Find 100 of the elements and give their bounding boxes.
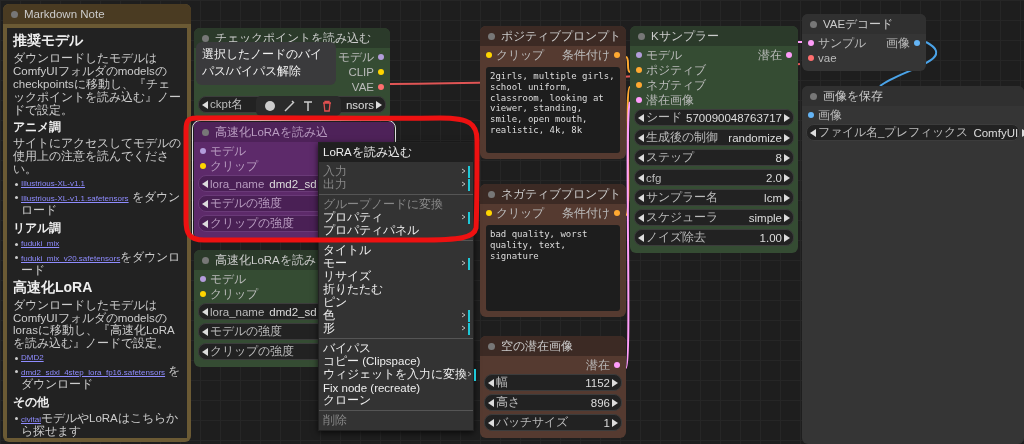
node-header[interactable]: 空の潜在画像 [480, 336, 626, 356]
input-label: サンプル [818, 35, 866, 51]
input-socket-icon[interactable] [808, 55, 814, 61]
output-socket-icon[interactable] [914, 40, 920, 46]
widget-field[interactable]: スケジューラ simple [634, 209, 794, 226]
menu-item[interactable]: 折りたたむ [319, 283, 473, 296]
right-arrow-icon[interactable] [612, 418, 618, 427]
note-paragraph: ダウンロードしたモデルはComfyUIフォルダのmodelsのlorasに移動し、『高速化LoRAを読み込む』ノードで設定。 [13, 298, 176, 351]
left-arrow-icon[interactable] [202, 347, 208, 356]
left-arrow-icon[interactable] [202, 199, 208, 208]
left-arrow-icon[interactable] [638, 153, 644, 162]
collapse-dot-icon[interactable] [202, 128, 209, 136]
input-socket-icon[interactable] [808, 112, 814, 118]
input-socket-icon[interactable] [636, 82, 642, 88]
circle-icon[interactable] [264, 100, 276, 112]
node-header[interactable]: Kサンプラー [630, 26, 798, 46]
bullet-icon [15, 196, 18, 199]
left-arrow-icon[interactable] [638, 233, 644, 242]
right-arrow-icon[interactable] [784, 113, 790, 122]
collapse-dot-icon[interactable] [488, 190, 495, 198]
input-label: 潜在画像 [646, 92, 694, 108]
menu-item[interactable]: リサイズ [319, 270, 473, 283]
widget-field[interactable]: 生成後の制御 randomize [634, 129, 794, 146]
node-header[interactable]: ポジティブプロンプト [480, 26, 626, 46]
download-link[interactable]: dmd2_sdxl_4step_lora_fp16.safetensors [21, 368, 166, 378]
output-socket-icon[interactable] [614, 52, 620, 58]
prompt-text-area[interactable]: bad quality, worst quality, text, signature [486, 225, 620, 311]
collapse-dot-icon[interactable] [202, 256, 209, 264]
left-arrow-icon[interactable] [810, 128, 816, 137]
prompt-text-area[interactable]: 2girls, multiple girls, school uniform, classroom, looking at viewer, standing, smile, open mouth, realistic, 4k, 8k [486, 67, 620, 153]
trash-icon[interactable] [321, 100, 333, 112]
right-arrow-icon[interactable] [784, 173, 790, 182]
left-arrow-icon[interactable] [638, 113, 644, 122]
widget-field[interactable]: 幅 1152 [484, 374, 622, 391]
node-header[interactable]: 画像を保存 [802, 86, 1024, 106]
widget-field[interactable]: シード 570090048763717 [634, 109, 794, 126]
left-arrow-icon[interactable] [638, 193, 644, 202]
right-arrow-icon[interactable] [612, 398, 618, 407]
right-arrow-icon[interactable] [784, 233, 790, 242]
menu-item[interactable]: ウィジェットを入力に変換 [319, 368, 473, 381]
collapse-dot-icon[interactable] [638, 32, 645, 40]
left-arrow-icon[interactable] [488, 398, 494, 407]
output-socket-icon[interactable] [378, 54, 384, 60]
left-arrow-icon[interactable] [202, 219, 208, 228]
input-socket-icon[interactable] [200, 276, 206, 282]
download-link[interactable]: Illustrious-XL-v1.1.safetensors [21, 194, 129, 203]
widget-field[interactable]: サンプラー名 lcm [634, 189, 794, 206]
input-socket-icon[interactable] [200, 291, 206, 297]
input-socket-icon[interactable] [486, 210, 492, 216]
output-socket-icon[interactable] [614, 210, 620, 216]
input-socket-icon[interactable] [636, 52, 642, 58]
widget-field[interactable]: 高さ 896 [484, 394, 622, 411]
input-socket-icon[interactable] [636, 67, 642, 73]
left-arrow-icon[interactable] [488, 418, 494, 427]
input-label: モデル [646, 47, 682, 63]
collapse-dot-icon[interactable] [11, 10, 18, 18]
widget-field[interactable]: ノイズ除去 1.00 [634, 229, 794, 246]
left-arrow-icon[interactable] [488, 378, 494, 387]
output-socket-icon[interactable] [378, 84, 384, 90]
download-link[interactable]: fuduki_mix [21, 237, 60, 250]
input-label: クリップ [496, 205, 544, 221]
widget-field[interactable]: ステップ 8 [634, 149, 794, 166]
node-header[interactable]: VAEデコード [802, 14, 926, 34]
output-socket-icon[interactable] [786, 52, 792, 58]
widget-field[interactable]: バッチサイズ 1 [484, 414, 622, 431]
collapse-dot-icon[interactable] [488, 32, 495, 40]
menu-item[interactable]: Fix node (recreate) [319, 381, 473, 394]
input-socket-icon[interactable] [200, 148, 206, 154]
left-arrow-icon[interactable] [638, 133, 644, 142]
menu-item[interactable]: クローン [319, 394, 473, 407]
input-socket-icon[interactable] [808, 40, 814, 46]
left-arrow-icon[interactable] [202, 327, 208, 336]
download-link[interactable]: fuduki_mix_v20.safetensors [21, 253, 121, 263]
left-arrow-icon[interactable] [202, 100, 208, 109]
input-socket-icon[interactable] [486, 52, 492, 58]
download-link[interactable]: Illustrious-XL-v1.1 [21, 178, 86, 190]
collapse-dot-icon[interactable] [810, 92, 817, 100]
right-arrow-icon[interactable] [784, 133, 790, 142]
output-socket-icon[interactable] [378, 69, 384, 75]
right-arrow-icon[interactable] [612, 378, 618, 387]
right-arrow-icon[interactable] [784, 153, 790, 162]
download-link[interactable]: civitai [21, 415, 41, 424]
input-socket-icon[interactable] [200, 163, 206, 169]
node-header[interactable]: ネガティブプロンプト [480, 184, 626, 204]
left-arrow-icon[interactable] [638, 173, 644, 182]
download-link[interactable]: DMD2 [21, 352, 44, 365]
right-arrow-icon[interactable] [784, 193, 790, 202]
node-header[interactable]: 高速化LoRAを読み込 [194, 122, 394, 142]
left-arrow-icon[interactable] [202, 307, 208, 316]
left-arrow-icon[interactable] [202, 179, 208, 188]
right-arrow-icon[interactable] [376, 100, 382, 109]
output-socket-icon[interactable] [614, 362, 620, 368]
input-socket-icon[interactable] [636, 97, 642, 103]
collapse-dot-icon[interactable] [488, 342, 495, 350]
collapse-dot-icon[interactable] [202, 34, 209, 42]
node-header[interactable]: Markdown Note [3, 4, 191, 24]
left-arrow-icon[interactable] [638, 213, 644, 222]
widget-field[interactable]: cfg 2.0 [634, 169, 794, 186]
right-arrow-icon[interactable] [784, 213, 790, 222]
collapse-dot-icon[interactable] [810, 20, 817, 28]
